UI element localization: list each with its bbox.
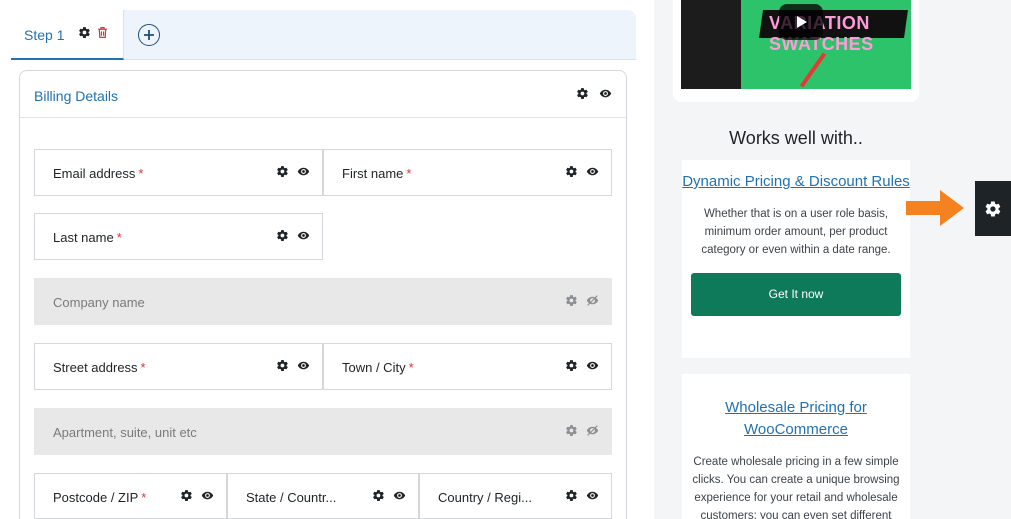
- promo-dynamic-pricing: Dynamic Pricing & Discount Rules Whether…: [682, 160, 910, 358]
- tabs-bar: Step 1: [11, 10, 636, 60]
- gear-icon: [984, 200, 1002, 218]
- eye-icon[interactable]: [393, 489, 406, 502]
- promo-link-dynamic-pricing[interactable]: Dynamic Pricing & Discount Rules: [682, 171, 910, 193]
- field-label: Street address: [53, 360, 138, 375]
- eye-icon[interactable]: [297, 165, 310, 178]
- promo-link-wholesale[interactable]: Wholesale Pricing for WooCommerce: [682, 397, 910, 441]
- field-label: Last name: [53, 230, 114, 245]
- gear-icon[interactable]: [372, 489, 385, 502]
- plus-icon: [144, 30, 154, 40]
- get-it-now-button[interactable]: Get It now: [691, 273, 901, 316]
- field-state[interactable]: State / Countr...: [227, 473, 419, 519]
- field-email[interactable]: Email address *: [34, 149, 323, 196]
- gear-icon[interactable]: [276, 359, 289, 372]
- field-label: Postcode / ZIP: [53, 490, 139, 505]
- play-button[interactable]: [779, 4, 823, 40]
- section-gear-icon[interactable]: [576, 87, 589, 100]
- gear-icon[interactable]: [565, 294, 578, 307]
- field-country[interactable]: Country / Regi...: [419, 473, 612, 519]
- field-label: First name: [342, 166, 404, 181]
- works-well-title: Works well with..: [729, 128, 863, 148]
- field-last-name[interactable]: Last name *: [34, 213, 323, 260]
- field-label: Country / Regi...: [438, 490, 532, 505]
- add-tab-button[interactable]: [138, 24, 160, 46]
- gear-icon[interactable]: [565, 489, 578, 502]
- eye-off-icon[interactable]: [586, 294, 599, 307]
- field-postcode[interactable]: Postcode / ZIP *: [34, 473, 227, 519]
- eye-icon[interactable]: [586, 359, 599, 372]
- tab-trash-icon[interactable]: [96, 26, 109, 44]
- eye-off-icon[interactable]: [586, 424, 599, 437]
- settings-fab-button[interactable]: [975, 181, 1011, 236]
- gear-icon[interactable]: [276, 229, 289, 242]
- field-company[interactable]: Company name: [34, 278, 612, 325]
- promo-wholesale-pricing: Wholesale Pricing for WooCommerce Create…: [682, 374, 910, 519]
- eye-icon[interactable]: [297, 359, 310, 372]
- field-label: State / Countr...: [246, 490, 337, 505]
- gear-icon[interactable]: [565, 165, 578, 178]
- video-thumbnail[interactable]: VARIATION SWATCHES: [681, 0, 911, 89]
- gear-icon[interactable]: [565, 424, 578, 437]
- field-first-name[interactable]: First name *: [323, 149, 612, 196]
- arrow-right-icon: [906, 190, 964, 226]
- section-eye-icon[interactable]: [599, 87, 612, 100]
- field-label: Email address: [53, 166, 136, 181]
- field-label: Town / City: [342, 360, 406, 375]
- field-label: Apartment, suite, unit etc: [53, 425, 197, 440]
- promo-desc: Create wholesale pricing in a few simple…: [692, 456, 900, 519]
- field-apartment[interactable]: Apartment, suite, unit etc: [34, 408, 612, 455]
- red-arrow-graphic: [799, 52, 827, 88]
- presenter-image: [681, 0, 741, 89]
- tab-step-1[interactable]: Step 1: [11, 10, 124, 60]
- section-title: Billing Details: [34, 88, 119, 104]
- field-town-city[interactable]: Town / City *: [323, 343, 612, 390]
- eye-icon[interactable]: [297, 229, 310, 242]
- section-header: Billing Details: [20, 71, 626, 118]
- tab-gear-icon[interactable]: [78, 26, 91, 44]
- eye-icon[interactable]: [586, 489, 599, 502]
- eye-icon[interactable]: [201, 489, 214, 502]
- field-street-address[interactable]: Street address *: [34, 343, 323, 390]
- gear-icon[interactable]: [276, 165, 289, 178]
- eye-icon[interactable]: [586, 165, 599, 178]
- gear-icon[interactable]: [180, 489, 193, 502]
- play-icon: [797, 16, 807, 28]
- tab-step-1-label: Step 1: [24, 27, 65, 43]
- promo-desc: Whether that is on a user role basis, mi…: [701, 208, 891, 256]
- gear-icon[interactable]: [565, 359, 578, 372]
- field-label: Company name: [53, 295, 145, 310]
